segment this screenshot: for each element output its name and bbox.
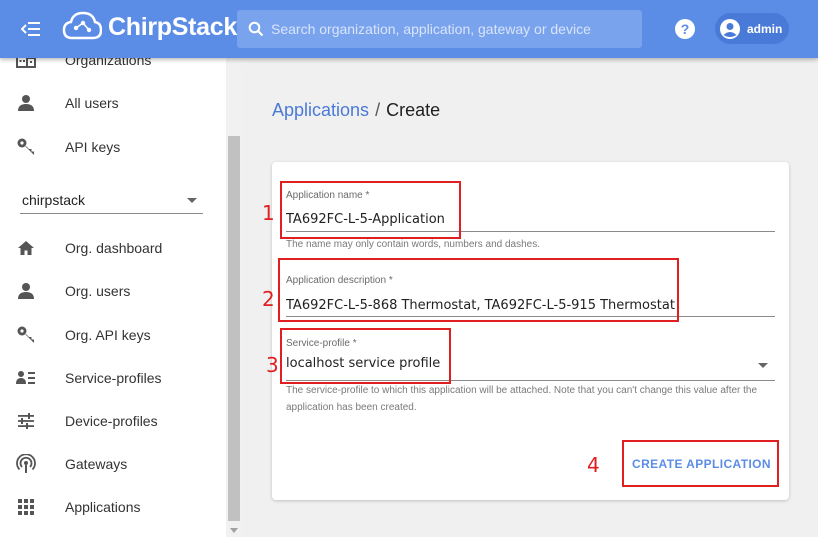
sidebar-item-label: Org. API keys: [65, 327, 151, 343]
top-app-bar: ChirpStack ? admin: [0, 0, 818, 58]
sidebar-item-organizations[interactable]: Organizations: [0, 58, 226, 80]
sidebar-item-label: Device-profiles: [65, 413, 158, 429]
sidebar-item-label: Service-profiles: [65, 370, 162, 386]
key-icon: [15, 324, 37, 346]
person-icon: [15, 280, 37, 302]
sidebar: Organizations All users API keys chirpst…: [0, 58, 242, 537]
collapse-menu-button[interactable]: [18, 16, 44, 42]
scroll-down-arrow-icon[interactable]: [230, 528, 238, 533]
annotation-box-1: [280, 181, 461, 239]
sidebar-scrollbar[interactable]: [226, 58, 242, 537]
gateway-icon: [15, 453, 37, 475]
sidebar-item-label: All users: [65, 95, 119, 111]
breadcrumb: Applications / Create: [272, 100, 440, 121]
global-search[interactable]: [237, 10, 642, 48]
sidebar-item-org-api-keys[interactable]: Org. API keys: [0, 315, 226, 355]
app-name: ChirpStack: [108, 12, 237, 41]
home-icon: [15, 237, 37, 259]
person-icon: [15, 92, 37, 114]
breadcrumb-applications-link[interactable]: Applications: [272, 100, 369, 120]
help-icon[interactable]: ?: [673, 17, 697, 41]
annotation-number-1: 1: [262, 201, 275, 225]
breadcrumb-current: Create: [386, 100, 441, 120]
key-icon: [15, 136, 37, 158]
annotation-number-2: 2: [262, 287, 275, 311]
annotation-number-3: 3: [266, 353, 279, 377]
organization-select-value: chirpstack: [22, 191, 86, 208]
user-menu-button[interactable]: admin: [715, 13, 789, 44]
username: admin: [747, 21, 783, 36]
sidebar-item-label: API keys: [65, 139, 121, 155]
breadcrumb-separator: /: [375, 100, 381, 120]
annotation-box-3: [280, 328, 451, 384]
service-profile-helper: The service-profile to which this applic…: [286, 385, 758, 413]
sidebar-item-device-profiles[interactable]: Device-profiles: [0, 401, 226, 441]
chirpstack-cloud-icon: [62, 11, 102, 40]
search-input[interactable]: [271, 21, 631, 37]
menu-collapse-icon: [21, 22, 40, 36]
apps-grid-icon: [15, 496, 37, 518]
sidebar-item-org-dashboard[interactable]: Org. dashboard: [0, 228, 226, 268]
sidebar-item-gateways[interactable]: Gateways: [0, 444, 226, 484]
sidebar-item-applications[interactable]: Applications: [0, 487, 226, 527]
account-circle-icon: [720, 18, 740, 39]
sidebar-item-label: Org. users: [65, 283, 131, 299]
annotation-box-4: [622, 440, 779, 487]
annotation-box-2: [278, 258, 679, 322]
dropdown-arrow-icon: [187, 198, 197, 203]
tune-icon: [15, 410, 37, 432]
search-icon: [241, 10, 271, 48]
organization-select[interactable]: chirpstack: [20, 186, 203, 214]
svg-text:?: ?: [681, 21, 690, 37]
organizations-icon: [15, 58, 37, 71]
sidebar-item-org-users[interactable]: Org. users: [0, 271, 226, 311]
scrollbar-thumb[interactable]: [228, 136, 240, 521]
app-logo[interactable]: ChirpStack: [62, 10, 237, 44]
sidebar-item-api-keys[interactable]: API keys: [0, 127, 226, 167]
annotation-number-4: 4: [587, 453, 600, 477]
sidebar-item-label: Applications: [65, 499, 141, 515]
sidebar-item-label: Organizations: [65, 58, 152, 68]
sidebar-item-label: Gateways: [65, 456, 128, 472]
sidebar-item-label: Org. dashboard: [65, 240, 163, 256]
sidebar-item-service-profiles[interactable]: Service-profiles: [0, 358, 226, 398]
sidebar-item-all-users[interactable]: All users: [0, 83, 226, 123]
service-profile-icon: [15, 367, 37, 389]
dropdown-arrow-icon: [758, 363, 768, 368]
